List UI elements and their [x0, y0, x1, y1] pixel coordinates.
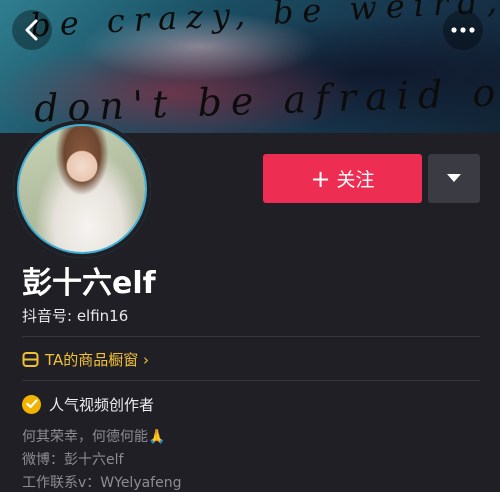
- divider: [22, 336, 480, 337]
- back-button[interactable]: [12, 10, 52, 50]
- creator-badge-label: 人气视频创作者: [49, 395, 155, 414]
- chevron-left-icon: [25, 19, 38, 41]
- follow-button[interactable]: + 关注: [263, 154, 422, 203]
- shop-window-label: TA的商品橱窗 ›: [45, 350, 150, 369]
- plus-icon: +: [310, 164, 331, 193]
- more-dots-icon: [451, 27, 475, 33]
- verified-check-icon: [22, 394, 41, 414]
- more-button[interactable]: [443, 10, 483, 50]
- recommend-dropdown-button[interactable]: [428, 154, 480, 203]
- caret-down-icon: [447, 174, 461, 182]
- creator-badge-row: 人气视频创作者: [22, 393, 154, 415]
- avatar-photo: [19, 126, 145, 252]
- cover-handwriting-line-1: be crazy, be weird,: [29, 0, 500, 45]
- bio-line: 微博：彭十六elf: [22, 452, 124, 468]
- bio-line: 何其荣幸，何德何能🙏: [22, 429, 166, 445]
- profile-name: 彭十六elf: [22, 266, 156, 301]
- avatar[interactable]: [13, 120, 151, 258]
- follow-label: 关注: [336, 169, 375, 191]
- shop-window-link[interactable]: TA的商品橱窗 ›: [22, 348, 149, 370]
- douyin-id: 抖音号: elfin16: [22, 307, 129, 325]
- divider: [22, 380, 480, 381]
- bio-line: 工作联系v：WYelyafeng: [22, 475, 182, 491]
- cover-handwriting-line-2: don't be afraid of: [33, 69, 500, 131]
- shop-icon: [22, 351, 39, 367]
- cover-banner: be crazy, be weird, don't be afraid of: [0, 0, 500, 133]
